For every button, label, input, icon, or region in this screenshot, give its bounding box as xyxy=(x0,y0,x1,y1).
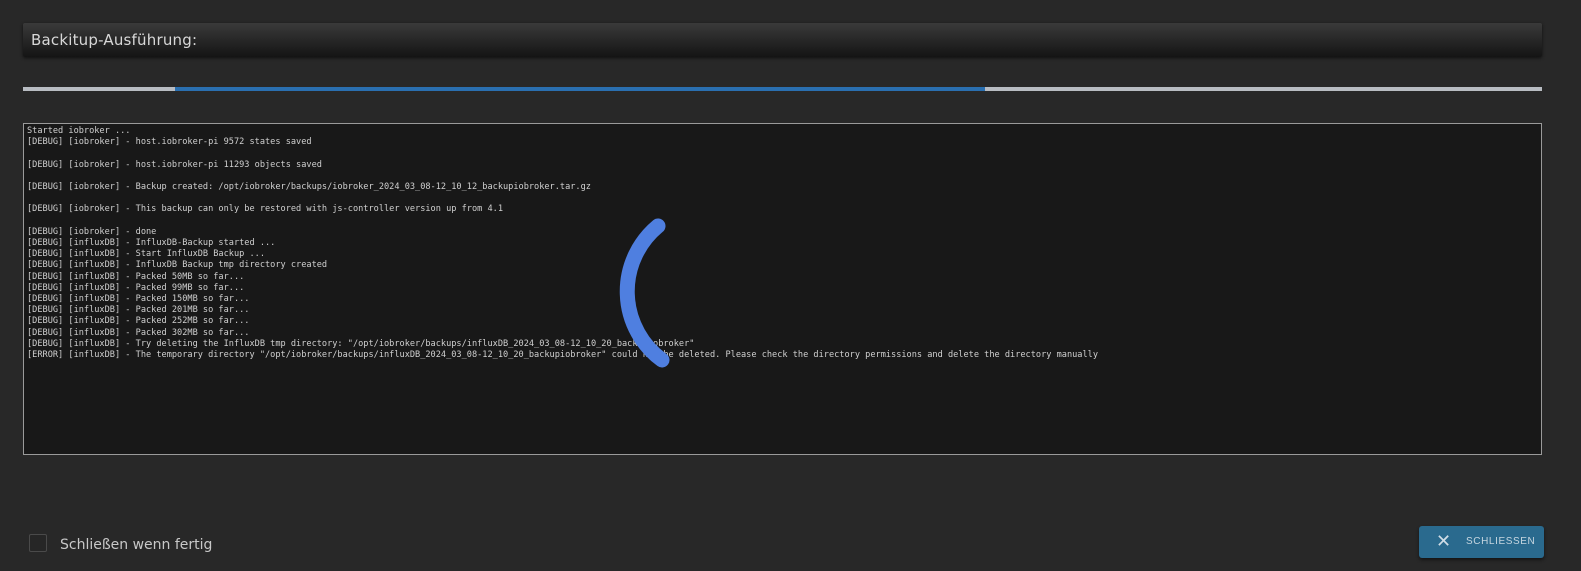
close-icon: ✕ xyxy=(1436,531,1452,551)
log-line: [DEBUG] [influxDB] - Packed 99MB so far.… xyxy=(27,282,245,293)
log-line: [DEBUG] [influxDB] - Packed 150MB so far… xyxy=(27,294,250,305)
progress-bar-fill xyxy=(174,87,985,91)
log-output: Started iobroker ... [DEBUG] [iobroker] -… xyxy=(23,123,1542,455)
log-line: [DEBUG] [influxDB] - InfluxDB-Backup sta… xyxy=(27,238,276,249)
close-when-done-checkbox[interactable] xyxy=(29,534,47,552)
progress-bar xyxy=(23,87,1542,91)
log-line: [DEBUG] [influxDB] - InfluxDB Backup tmp… xyxy=(27,260,328,271)
log-line: [DEBUG] [influxDB] - Packed 302MB so far… xyxy=(27,327,250,338)
log-line: [DEBUG] [influxDB] - Try deleting the In… xyxy=(27,338,695,349)
log-line: [DEBUG] [influxDB] - Packed 252MB so far… xyxy=(27,316,250,327)
log-line: [DEBUG] [iobroker] - host.iobroker-pi 11… xyxy=(27,159,322,170)
log-line: [ERROR] [influxDB] - The temporary direc… xyxy=(27,350,1098,361)
log-line: [DEBUG] [iobroker] - done xyxy=(27,226,157,237)
log-line: [DEBUG] [iobroker] - host.iobroker-pi 95… xyxy=(27,137,312,148)
close-button-label: SCHLIESSEN xyxy=(1466,536,1536,547)
log-text: Started iobroker ... [DEBUG] [iobroker] -… xyxy=(24,124,1541,363)
loading-spinner-icon xyxy=(619,218,670,368)
log-line: [DEBUG] [iobroker] - This backup can onl… xyxy=(27,204,503,215)
log-line: [DEBUG] [influxDB] - Packed 201MB so far… xyxy=(27,305,250,316)
close-when-done-label[interactable]: Schließen wenn fertig xyxy=(60,537,212,553)
log-line: [DEBUG] [iobroker] - Backup created: /op… xyxy=(27,182,591,193)
log-line: [DEBUG] [influxDB] - Packed 50MB so far.… xyxy=(27,271,245,282)
log-line: [DEBUG] [influxDB] - Start InfluxDB Back… xyxy=(27,249,265,260)
dialog-title: Backitup-Ausführung: xyxy=(31,31,198,49)
dialog-title-bar: Backitup-Ausführung: xyxy=(23,23,1542,57)
close-button[interactable]: ✕ SCHLIESSEN xyxy=(1419,526,1544,558)
log-line: Started iobroker ... xyxy=(27,126,131,136)
